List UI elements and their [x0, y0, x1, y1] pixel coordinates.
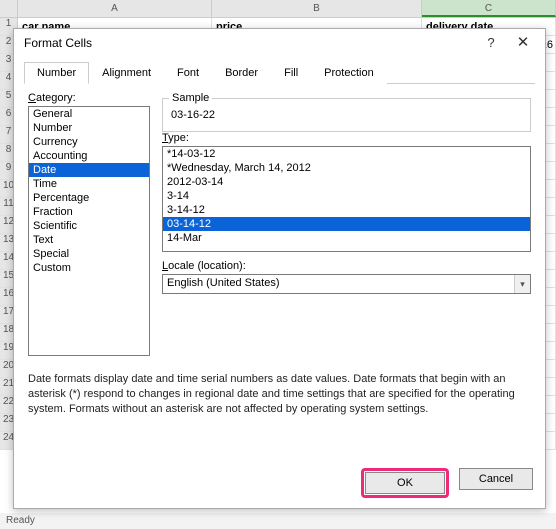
col-header-c[interactable]: C — [422, 0, 556, 17]
type-item[interactable]: 03-14-12 — [163, 217, 530, 231]
type-item[interactable]: 2012-03-14 — [163, 175, 530, 189]
tab-fill[interactable]: Fill — [271, 62, 311, 84]
category-item[interactable]: Special — [29, 247, 149, 261]
category-item[interactable]: Scientific — [29, 219, 149, 233]
category-item[interactable]: Number — [29, 121, 149, 135]
chevron-down-icon: ▾ — [514, 275, 530, 293]
sample-value: 03-16-22 — [171, 109, 522, 121]
category-item[interactable]: Time — [29, 177, 149, 191]
sample-group: Sample 03-16-22 — [162, 98, 531, 132]
help-button[interactable]: ? — [475, 32, 507, 54]
category-label: Category: — [28, 92, 150, 104]
category-item[interactable]: Date — [29, 163, 149, 177]
sample-label: Sample — [169, 92, 212, 104]
close-button[interactable]: ✕ — [507, 32, 539, 54]
col-header-b[interactable]: B — [212, 0, 422, 17]
category-item[interactable]: Currency — [29, 135, 149, 149]
dialog-title: Format Cells — [24, 36, 475, 50]
ok-button[interactable]: OK — [365, 472, 445, 494]
category-item[interactable]: General — [29, 107, 149, 121]
tab-alignment[interactable]: Alignment — [89, 62, 164, 84]
dialog-buttons: OK Cancel — [361, 468, 533, 498]
type-item[interactable]: 3-14-12 — [163, 203, 530, 217]
type-item[interactable]: *Wednesday, March 14, 2012 — [163, 161, 530, 175]
status-bar: Ready — [0, 513, 556, 529]
cancel-button[interactable]: Cancel — [459, 468, 533, 490]
type-item[interactable]: 14-Mar — [163, 231, 530, 245]
tab-strip: NumberAlignmentFontBorderFillProtection — [24, 61, 535, 84]
format-description: Date formats display date and time seria… — [14, 366, 545, 423]
format-cells-dialog: Format Cells ? ✕ NumberAlignmentFontBord… — [13, 28, 546, 509]
tab-number[interactable]: Number — [24, 62, 89, 84]
tab-protection[interactable]: Protection — [311, 62, 387, 84]
category-item[interactable]: Fraction — [29, 205, 149, 219]
tab-font[interactable]: Font — [164, 62, 212, 84]
dialog-titlebar: Format Cells ? ✕ — [14, 29, 545, 57]
tab-border[interactable]: Border — [212, 62, 271, 84]
locale-label: Locale (location): — [162, 260, 531, 272]
type-item[interactable]: 3-14 — [163, 189, 530, 203]
category-item[interactable]: Accounting — [29, 149, 149, 163]
category-item[interactable]: Custom — [29, 261, 149, 275]
category-item[interactable]: Percentage — [29, 191, 149, 205]
locale-value: English (United States) — [163, 275, 514, 293]
col-header-a[interactable]: A — [18, 0, 212, 17]
ok-highlight: OK — [361, 468, 449, 498]
type-label: Type: — [162, 132, 531, 144]
type-listbox[interactable]: *14-03-12*Wednesday, March 14, 20122012-… — [162, 146, 531, 252]
locale-select[interactable]: English (United States) ▾ — [162, 274, 531, 294]
type-item[interactable]: *14-03-12 — [163, 147, 530, 161]
column-headers: A B C — [0, 0, 556, 18]
category-item[interactable]: Text — [29, 233, 149, 247]
category-listbox[interactable]: GeneralNumberCurrencyAccountingDateTimeP… — [28, 106, 150, 356]
